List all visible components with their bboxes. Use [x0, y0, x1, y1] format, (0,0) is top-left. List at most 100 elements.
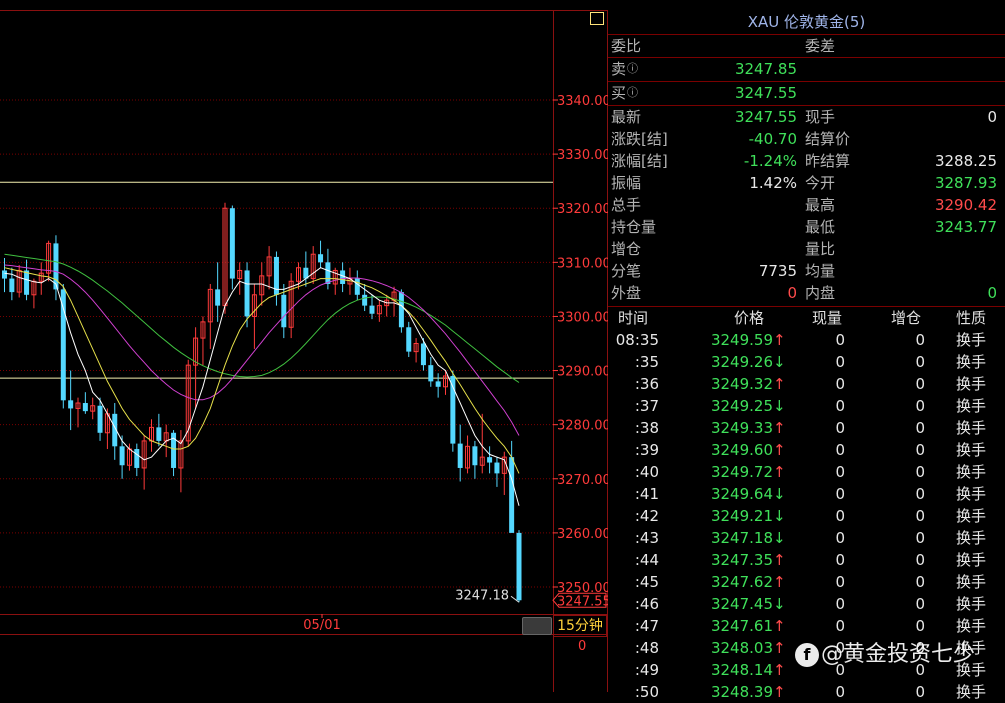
period-selector[interactable]: 15分钟	[553, 615, 607, 637]
candle-body	[215, 289, 221, 306]
stats-row: 分笔 7735 均量	[608, 260, 1005, 282]
stat-value: 0	[787, 284, 797, 302]
tick-type: 换手	[956, 353, 987, 371]
tick-row: :37 3249.25 ↓ 0 0 换手	[608, 395, 1005, 417]
stat-label: 总手	[611, 196, 642, 214]
tick-price: 3249.26	[710, 353, 773, 371]
y-tick-label: 3260.00	[557, 527, 608, 542]
stat-label: 最高	[805, 196, 836, 214]
up-arrow-icon: ↑	[773, 441, 786, 459]
tick-oi: 0	[915, 507, 925, 525]
y-tick-label: 3330.00	[557, 148, 608, 163]
tick-type: 换手	[956, 331, 987, 349]
tick-volume: 0	[835, 331, 845, 349]
tick-time: :43	[634, 529, 659, 547]
candle-body	[472, 446, 478, 466]
down-arrow-icon: ↓	[773, 397, 786, 415]
stat-value: 3287.93	[934, 174, 997, 192]
stat-label: 现手	[805, 108, 836, 126]
tick-oi: 0	[915, 485, 925, 503]
tick-price: 3249.33	[710, 419, 773, 437]
stats-row: 涨跌[结] -40.70 结算价	[608, 128, 1005, 150]
up-arrow-icon: ↑	[773, 419, 786, 437]
tick-price: 3249.32	[710, 375, 773, 393]
stat-value: 7735	[758, 262, 797, 280]
tick-time: :50	[634, 683, 659, 701]
tick-price: 3249.60	[710, 441, 773, 459]
low-price-label: 3247.18	[455, 588, 509, 603]
tick-row: :45 3247.62 ↑ 0 0 换手	[608, 571, 1005, 593]
tick-oi: 0	[915, 529, 925, 547]
candle-body	[325, 262, 331, 284]
stats-row: 总手 最高 3290.42	[608, 194, 1005, 216]
tick-type: 换手	[956, 617, 987, 635]
scroll-handle[interactable]	[522, 617, 552, 635]
tick-oi: 0	[915, 683, 925, 701]
tick-time: :44	[634, 551, 659, 569]
tick-oi: 0	[915, 375, 925, 393]
tick-price: 3248.03	[710, 639, 773, 657]
down-arrow-icon: ↓	[773, 507, 786, 525]
bid-label: 买	[611, 84, 627, 102]
stat-label: 今开	[805, 174, 836, 192]
tick-price: 3249.72	[710, 463, 773, 481]
up-arrow-icon: ↑	[773, 463, 786, 481]
stat-value: 0	[987, 108, 997, 126]
tick-oi: 0	[915, 441, 925, 459]
tick-type: 换手	[956, 529, 987, 547]
price-chart: 3340.00 3330.00 3320.00 3310.00 3300.00 3290.…	[0, 0, 608, 692]
up-arrow-icon: ↑	[773, 375, 786, 393]
tick-volume: 0	[835, 375, 845, 393]
candle-body	[244, 270, 250, 317]
up-arrow-icon: ↑	[773, 551, 786, 569]
tick-row: :39 3249.60 ↑ 0 0 换手	[608, 439, 1005, 461]
candle-body	[435, 381, 441, 387]
tick-volume: 0	[835, 463, 845, 481]
tick-type: 换手	[956, 551, 987, 569]
candle-body	[281, 294, 287, 328]
candle-body	[398, 292, 404, 328]
tick-row: :43 3247.18 ↓ 0 0 换手	[608, 527, 1005, 549]
tick-volume: 0	[835, 529, 845, 547]
up-arrow-icon: ↑	[773, 617, 786, 635]
stat-value: 3290.42	[934, 196, 997, 214]
stat-label: 持仓量	[611, 218, 657, 236]
tick-row: :50 3248.39 ↑ 0 0 换手	[608, 681, 1005, 703]
y-tick-label: 3310.00	[557, 256, 608, 271]
tick-price: 3249.21	[710, 507, 773, 525]
tick-time: :41	[634, 485, 659, 503]
stat-value: 1.42%	[749, 174, 797, 192]
col-type: 性质	[956, 309, 987, 327]
tick-row: 08:35 3249.59 ↑ 0 0 换手	[608, 329, 1005, 351]
stat-label: 昨结算	[805, 152, 851, 170]
candle-body	[119, 446, 125, 466]
ask-label: 卖	[611, 60, 627, 78]
tick-type: 换手	[956, 419, 987, 437]
candle-body	[509, 457, 515, 533]
x-date-label: 05/01	[303, 618, 340, 633]
y-tick-label: 3290.00	[557, 365, 608, 380]
candle-body	[97, 405, 103, 433]
up-arrow-icon: ↑	[773, 683, 786, 701]
tick-price: 3247.35	[710, 551, 773, 569]
candle-body	[406, 327, 412, 352]
candle-body	[24, 270, 30, 295]
y-tick-label: 3300.00	[557, 310, 608, 325]
col-time: 时间	[618, 309, 649, 327]
tick-type: 换手	[956, 507, 987, 525]
tick-price: 3247.18	[710, 529, 773, 547]
tick-time: :36	[634, 375, 659, 393]
stat-value: 3247.55	[734, 108, 797, 126]
tick-oi: 0	[915, 463, 925, 481]
candle-body	[420, 343, 426, 366]
tick-oi: 0	[915, 573, 925, 591]
tick-price: 3249.25	[710, 397, 773, 415]
tick-price: 3248.39	[710, 683, 773, 701]
stat-label: 最新	[611, 108, 642, 126]
stat-value: 3243.77	[934, 218, 997, 236]
toggle-panel-icon[interactable]	[590, 12, 604, 25]
stat-label: 量比	[805, 240, 836, 258]
tick-type: 换手	[956, 441, 987, 459]
tick-oi: 0	[915, 419, 925, 437]
tick-time: :38	[634, 419, 659, 437]
